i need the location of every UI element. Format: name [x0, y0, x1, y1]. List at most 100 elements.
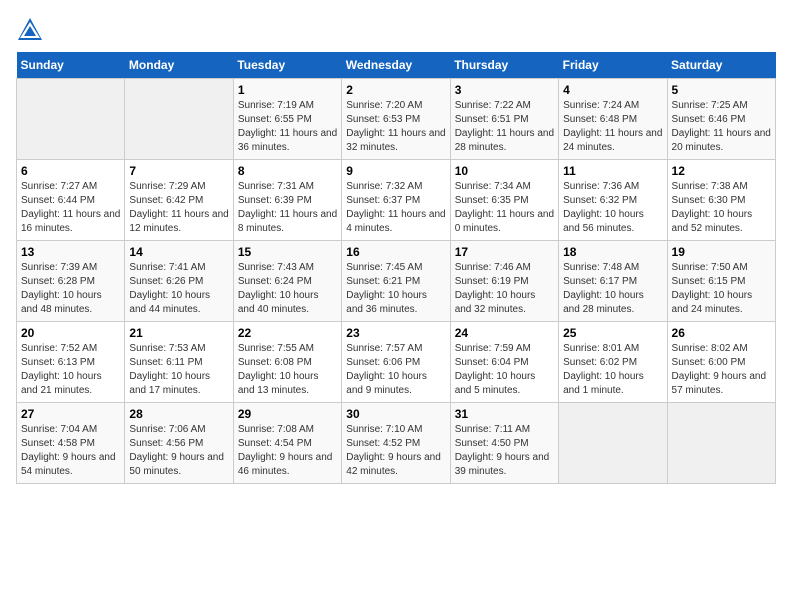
- header-cell-tuesday: Tuesday: [233, 52, 341, 79]
- week-row-4: 20 Sunrise: 7:52 AM Sunset: 6:13 PM Dayli…: [17, 322, 776, 403]
- header-cell-friday: Friday: [559, 52, 667, 79]
- day-number: 6: [21, 164, 120, 178]
- day-cell: 22 Sunrise: 7:55 AM Sunset: 6:08 PM Dayli…: [233, 322, 341, 403]
- day-cell: 10Sunrise: 7:34 AM Sunset: 6:35 PM Dayli…: [450, 160, 558, 241]
- day-number: 28: [129, 407, 228, 421]
- day-detail: Sunrise: 7:19 AM Sunset: 6:55 PM Dayligh…: [238, 99, 337, 155]
- day-detail: Sunrise: 7:50 AM Sunset: 6:15 PM Dayligh…: [672, 261, 771, 317]
- calendar-body: 1 Sunrise: 7:19 AM Sunset: 6:55 PM Daylig…: [17, 79, 776, 484]
- day-detail: Sunrise: 7:22 AM Sunset: 6:51 PM Dayligh…: [455, 99, 554, 155]
- header-cell-monday: Monday: [125, 52, 233, 79]
- day-number: 5: [672, 83, 771, 97]
- day-detail: Sunrise: 7:04 AM Sunset: 4:58 PM Dayligh…: [21, 423, 120, 479]
- day-detail: Sunrise: 7:52 AM Sunset: 6:13 PM Dayligh…: [21, 342, 120, 398]
- day-cell: 23Sunrise: 7:57 AM Sunset: 6:06 PM Dayli…: [342, 322, 450, 403]
- day-cell: 28 Sunrise: 7:06 AM Sunset: 4:56 PM Dayli…: [125, 403, 233, 484]
- day-number: 1: [238, 83, 337, 97]
- week-row-2: 6Sunrise: 7:27 AM Sunset: 6:44 PM Daylig…: [17, 160, 776, 241]
- day-cell: [667, 403, 775, 484]
- day-cell: 2 Sunrise: 7:20 AM Sunset: 6:53 PM Daylig…: [342, 79, 450, 160]
- day-detail: Sunrise: 7:41 AM Sunset: 6:26 PM Dayligh…: [129, 261, 228, 317]
- day-cell: 12 Sunrise: 7:38 AM Sunset: 6:30 PM Dayli…: [667, 160, 775, 241]
- day-number: 19: [672, 245, 771, 259]
- day-cell: 7 Sunrise: 7:29 AM Sunset: 6:42 PM Daylig…: [125, 160, 233, 241]
- day-cell: 3 Sunrise: 7:22 AM Sunset: 6:51 PM Daylig…: [450, 79, 558, 160]
- day-detail: Sunrise: 7:53 AM Sunset: 6:11 PM Dayligh…: [129, 342, 228, 398]
- day-number: 29: [238, 407, 337, 421]
- day-detail: Sunrise: 7:31 AM Sunset: 6:39 PM Dayligh…: [238, 180, 337, 236]
- day-number: 30: [346, 407, 445, 421]
- day-number: 17: [455, 245, 554, 259]
- day-cell: 18 Sunrise: 7:48 AM Sunset: 6:17 PM Dayli…: [559, 241, 667, 322]
- day-cell: 27 Sunrise: 7:04 AM Sunset: 4:58 PM Dayli…: [17, 403, 125, 484]
- day-cell: 8 Sunrise: 7:31 AM Sunset: 6:39 PM Daylig…: [233, 160, 341, 241]
- header: [16, 16, 776, 44]
- logo-icon: [16, 16, 44, 44]
- day-number: 18: [563, 245, 662, 259]
- day-detail: Sunrise: 8:01 AM Sunset: 6:02 PM Dayligh…: [563, 342, 662, 398]
- day-detail: Sunrise: 7:46 AM Sunset: 6:19 PM Dayligh…: [455, 261, 554, 317]
- day-number: 2: [346, 83, 445, 97]
- logo: [16, 16, 48, 44]
- day-detail: Sunrise: 7:20 AM Sunset: 6:53 PM Dayligh…: [346, 99, 445, 155]
- day-number: 25: [563, 326, 662, 340]
- header-cell-thursday: Thursday: [450, 52, 558, 79]
- day-detail: Sunrise: 7:34 AM Sunset: 6:35 PM Dayligh…: [455, 180, 554, 236]
- header-cell-saturday: Saturday: [667, 52, 775, 79]
- day-cell: 26Sunrise: 8:02 AM Sunset: 6:00 PM Dayli…: [667, 322, 775, 403]
- day-cell: 17 Sunrise: 7:46 AM Sunset: 6:19 PM Dayli…: [450, 241, 558, 322]
- day-number: 8: [238, 164, 337, 178]
- day-number: 27: [21, 407, 120, 421]
- day-number: 31: [455, 407, 554, 421]
- day-cell: 6Sunrise: 7:27 AM Sunset: 6:44 PM Daylig…: [17, 160, 125, 241]
- header-cell-sunday: Sunday: [17, 52, 125, 79]
- day-number: 4: [563, 83, 662, 97]
- day-detail: Sunrise: 7:08 AM Sunset: 4:54 PM Dayligh…: [238, 423, 337, 479]
- day-number: 7: [129, 164, 228, 178]
- day-detail: Sunrise: 7:29 AM Sunset: 6:42 PM Dayligh…: [129, 180, 228, 236]
- day-number: 20: [21, 326, 120, 340]
- day-number: 14: [129, 245, 228, 259]
- day-cell: 14 Sunrise: 7:41 AM Sunset: 6:26 PM Dayli…: [125, 241, 233, 322]
- day-number: 12: [672, 164, 771, 178]
- day-cell: [125, 79, 233, 160]
- calendar-header: SundayMondayTuesdayWednesdayThursdayFrid…: [17, 52, 776, 79]
- day-cell: 4 Sunrise: 7:24 AM Sunset: 6:48 PM Daylig…: [559, 79, 667, 160]
- day-cell: 20 Sunrise: 7:52 AM Sunset: 6:13 PM Dayli…: [17, 322, 125, 403]
- week-row-3: 13 Sunrise: 7:39 AM Sunset: 6:28 PM Dayli…: [17, 241, 776, 322]
- day-detail: Sunrise: 7:24 AM Sunset: 6:48 PM Dayligh…: [563, 99, 662, 155]
- day-cell: 11Sunrise: 7:36 AM Sunset: 6:32 PM Dayli…: [559, 160, 667, 241]
- day-number: 15: [238, 245, 337, 259]
- day-detail: Sunrise: 7:39 AM Sunset: 6:28 PM Dayligh…: [21, 261, 120, 317]
- day-number: 24: [455, 326, 554, 340]
- day-number: 22: [238, 326, 337, 340]
- day-number: 16: [346, 245, 445, 259]
- day-detail: Sunrise: 7:48 AM Sunset: 6:17 PM Dayligh…: [563, 261, 662, 317]
- day-detail: Sunrise: 7:55 AM Sunset: 6:08 PM Dayligh…: [238, 342, 337, 398]
- day-detail: Sunrise: 7:10 AM Sunset: 4:52 PM Dayligh…: [346, 423, 445, 479]
- day-cell: 13 Sunrise: 7:39 AM Sunset: 6:28 PM Dayli…: [17, 241, 125, 322]
- day-number: 23: [346, 326, 445, 340]
- calendar-table: SundayMondayTuesdayWednesdayThursdayFrid…: [16, 52, 776, 484]
- day-detail: Sunrise: 7:32 AM Sunset: 6:37 PM Dayligh…: [346, 180, 445, 236]
- day-detail: Sunrise: 7:06 AM Sunset: 4:56 PM Dayligh…: [129, 423, 228, 479]
- day-number: 13: [21, 245, 120, 259]
- week-row-1: 1 Sunrise: 7:19 AM Sunset: 6:55 PM Daylig…: [17, 79, 776, 160]
- day-cell: [559, 403, 667, 484]
- day-number: 21: [129, 326, 228, 340]
- day-number: 3: [455, 83, 554, 97]
- day-cell: 21 Sunrise: 7:53 AM Sunset: 6:11 PM Dayli…: [125, 322, 233, 403]
- day-detail: Sunrise: 7:59 AM Sunset: 6:04 PM Dayligh…: [455, 342, 554, 398]
- day-detail: Sunrise: 7:45 AM Sunset: 6:21 PM Dayligh…: [346, 261, 445, 317]
- day-detail: Sunrise: 7:25 AM Sunset: 6:46 PM Dayligh…: [672, 99, 771, 155]
- week-row-5: 27 Sunrise: 7:04 AM Sunset: 4:58 PM Dayli…: [17, 403, 776, 484]
- day-number: 9: [346, 164, 445, 178]
- day-detail: Sunrise: 7:38 AM Sunset: 6:30 PM Dayligh…: [672, 180, 771, 236]
- day-number: 26: [672, 326, 771, 340]
- day-cell: 1 Sunrise: 7:19 AM Sunset: 6:55 PM Daylig…: [233, 79, 341, 160]
- day-cell: 5 Sunrise: 7:25 AM Sunset: 6:46 PM Daylig…: [667, 79, 775, 160]
- day-cell: 15Sunrise: 7:43 AM Sunset: 6:24 PM Dayli…: [233, 241, 341, 322]
- day-detail: Sunrise: 7:11 AM Sunset: 4:50 PM Dayligh…: [455, 423, 554, 479]
- header-row: SundayMondayTuesdayWednesdayThursdayFrid…: [17, 52, 776, 79]
- day-cell: [17, 79, 125, 160]
